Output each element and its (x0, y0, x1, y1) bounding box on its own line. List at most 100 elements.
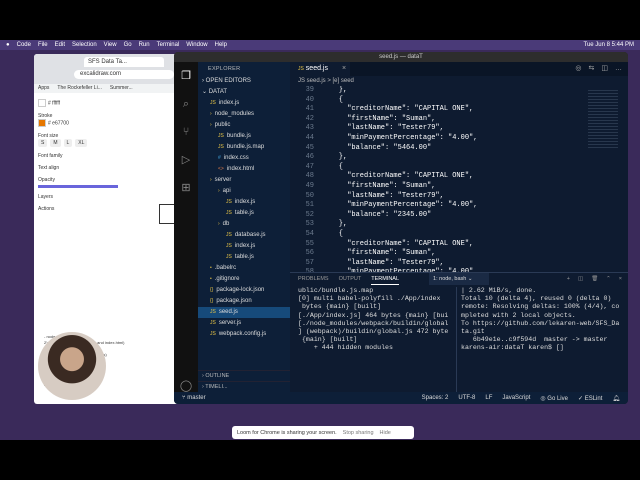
tab-seed-js[interactable]: JS seed.js × (290, 62, 350, 76)
stroke-hex[interactable]: # e67700 (38, 119, 128, 127)
eslint-status[interactable]: ✓ ESLint (578, 395, 602, 402)
tree-item[interactable]: JS table.js (198, 252, 290, 263)
stroke-swatch[interactable] (38, 119, 46, 127)
language-status[interactable]: JavaScript (502, 395, 530, 402)
tree-item[interactable]: JS bundle.js.map (198, 142, 290, 153)
hide-button[interactable]: Hide (380, 430, 391, 436)
tree-item[interactable]: • .gitignore (198, 274, 290, 285)
tree-item-label: bundle.js.map (226, 144, 265, 150)
code-view[interactable]: 39 }, 40 {41 "creditorName": "CAPITAL ONE… (290, 86, 580, 276)
tree-item[interactable]: › api (198, 186, 290, 197)
terminal-select[interactable]: 1: node, bash ⌄ (429, 273, 489, 285)
tree-item-label: public (214, 122, 231, 128)
font-size-option[interactable]: L (63, 139, 73, 147)
trash-icon[interactable]: 🗑︎ (591, 273, 598, 285)
tree-item[interactable]: JS table.js (198, 208, 290, 219)
font-size-option[interactable]: S (38, 139, 48, 147)
bookmark-item[interactable]: Summer... (110, 85, 133, 92)
menu-item[interactable]: Selection (72, 42, 97, 48)
font-size-options: S M L XL (38, 139, 128, 147)
tree-item[interactable]: › db (198, 219, 290, 230)
font-size-option[interactable]: M (50, 139, 61, 147)
browser-tab[interactable]: SFS Data Ta... (84, 57, 164, 67)
files-icon[interactable]: ❐ (174, 62, 198, 90)
plus-icon[interactable]: + (567, 273, 570, 285)
panel-tab[interactable]: PROBLEMS (298, 273, 329, 285)
apple-icon[interactable]: ● (6, 42, 10, 48)
tree-item[interactable]: JS index.js (198, 98, 290, 109)
opacity-slider[interactable] (38, 185, 118, 188)
stop-sharing-button[interactable]: Stop sharing (343, 430, 374, 436)
search-icon[interactable]: ⌕ (174, 90, 198, 118)
tree-item-label: bundle.js (226, 133, 251, 139)
extensions-icon[interactable]: ⊞ (174, 174, 198, 202)
run-debug-icon[interactable]: ▷ (174, 146, 198, 174)
menu-item[interactable]: Code (17, 42, 31, 48)
diff-icon[interactable]: ⇆ (589, 62, 595, 76)
tree-item[interactable]: › server (198, 175, 290, 186)
code-line: 45 "balance": "5464.00" (290, 144, 580, 154)
tree-item[interactable]: JS bundle.js (198, 131, 290, 142)
project-root[interactable]: ⌄ DATAT (198, 87, 290, 98)
timeline-section[interactable]: › TIMELI... (198, 381, 290, 392)
webcam-bubble[interactable] (38, 332, 106, 400)
tree-item[interactable]: <> index.html (198, 164, 290, 175)
menu-item[interactable]: Terminal (157, 42, 180, 48)
menu-item[interactable]: Window (186, 42, 207, 48)
tree-item[interactable]: JS webpack.config.js (198, 329, 290, 340)
code-line: 43 "lastName": "Tester79", (290, 124, 580, 134)
bell-icon[interactable]: 🔔︎ (612, 395, 620, 402)
menu-item[interactable]: View (104, 42, 117, 48)
tree-item[interactable]: › node_modules (198, 109, 290, 120)
split-editor-icon[interactable]: ◫ (601, 62, 608, 76)
minimap[interactable] (588, 90, 618, 150)
menu-item[interactable]: File (38, 42, 48, 48)
open-editors-label: OPEN EDITORS (205, 78, 251, 84)
eol-status[interactable]: LF (485, 395, 492, 402)
font-size-option[interactable]: XL (75, 139, 88, 147)
menu-item[interactable]: Go (124, 42, 132, 48)
datetime[interactable]: Tue Jun 8 5:44 PM (584, 42, 634, 48)
tree-item[interactable]: JS database.js (198, 230, 290, 241)
go-live-status[interactable]: ◎ Go Live (540, 395, 568, 402)
bg-swatch[interactable] (38, 99, 46, 107)
tree-item[interactable]: {} package.json (198, 296, 290, 307)
outline-section[interactable]: › OUTLINE (198, 370, 290, 381)
tree-item[interactable]: › public (198, 120, 290, 131)
tree-item[interactable]: JS seed.js (198, 307, 290, 318)
encoding-status[interactable]: UTF-8 (458, 395, 475, 402)
tree-item-label: seed.js (218, 309, 238, 315)
bookmark-item[interactable]: Apps (38, 85, 49, 92)
more-icon[interactable]: … (615, 62, 622, 76)
terminal-right[interactable]: | 2.62 MiB/s, done. Total 10 (delta 4), … (456, 287, 624, 392)
js-file-icon: JS (218, 133, 224, 139)
menu-item[interactable]: Help (215, 42, 227, 48)
tree-item[interactable]: • .babelrc (198, 263, 290, 274)
tree-item[interactable]: {} package-lock.json (198, 285, 290, 296)
address-bar[interactable]: excalidraw.com (74, 70, 174, 79)
tree-item[interactable]: JS index.js (198, 241, 290, 252)
breadcrumb[interactable]: JS seed.js > [e] seed (290, 76, 628, 86)
close-icon[interactable]: × (342, 65, 346, 72)
bookmark-item[interactable]: The Rockefeller Li... (57, 85, 101, 92)
bookmarks-bar: Apps The Rockefeller Li... Summer... (34, 84, 184, 93)
menu-item[interactable]: Run (139, 42, 150, 48)
open-editors-section[interactable]: › OPEN EDITORS (198, 76, 290, 87)
tree-item[interactable]: # index.css (198, 153, 290, 164)
bg-hex[interactable]: # ffffff (38, 99, 128, 107)
go-live-icon[interactable]: ◎ (575, 62, 581, 76)
code-line: 40 { (290, 96, 580, 106)
split-icon[interactable]: ◫ (578, 273, 583, 285)
menu-item[interactable]: Edit (55, 42, 65, 48)
panel-tab[interactable]: TERMINAL (371, 273, 400, 285)
terminal-left[interactable]: ublic/bundle.js.map [0] multi babel-poly… (298, 287, 448, 392)
chevron-up-icon[interactable]: ⌃ (606, 273, 611, 285)
tree-item[interactable]: JS index.js (198, 197, 290, 208)
branch-status[interactable]: ⑂ master (182, 395, 206, 401)
close-icon[interactable]: × (619, 273, 622, 285)
indentation-status[interactable]: Spaces: 2 (422, 395, 449, 402)
source-control-icon[interactable]: ⑂ (174, 118, 198, 146)
explorer-sidebar: EXPLORER › OPEN EDITORS ⌄ DATAT JS index.… (198, 62, 290, 392)
tree-item[interactable]: JS server.js (198, 318, 290, 329)
panel-tab[interactable]: OUTPUT (339, 273, 362, 285)
